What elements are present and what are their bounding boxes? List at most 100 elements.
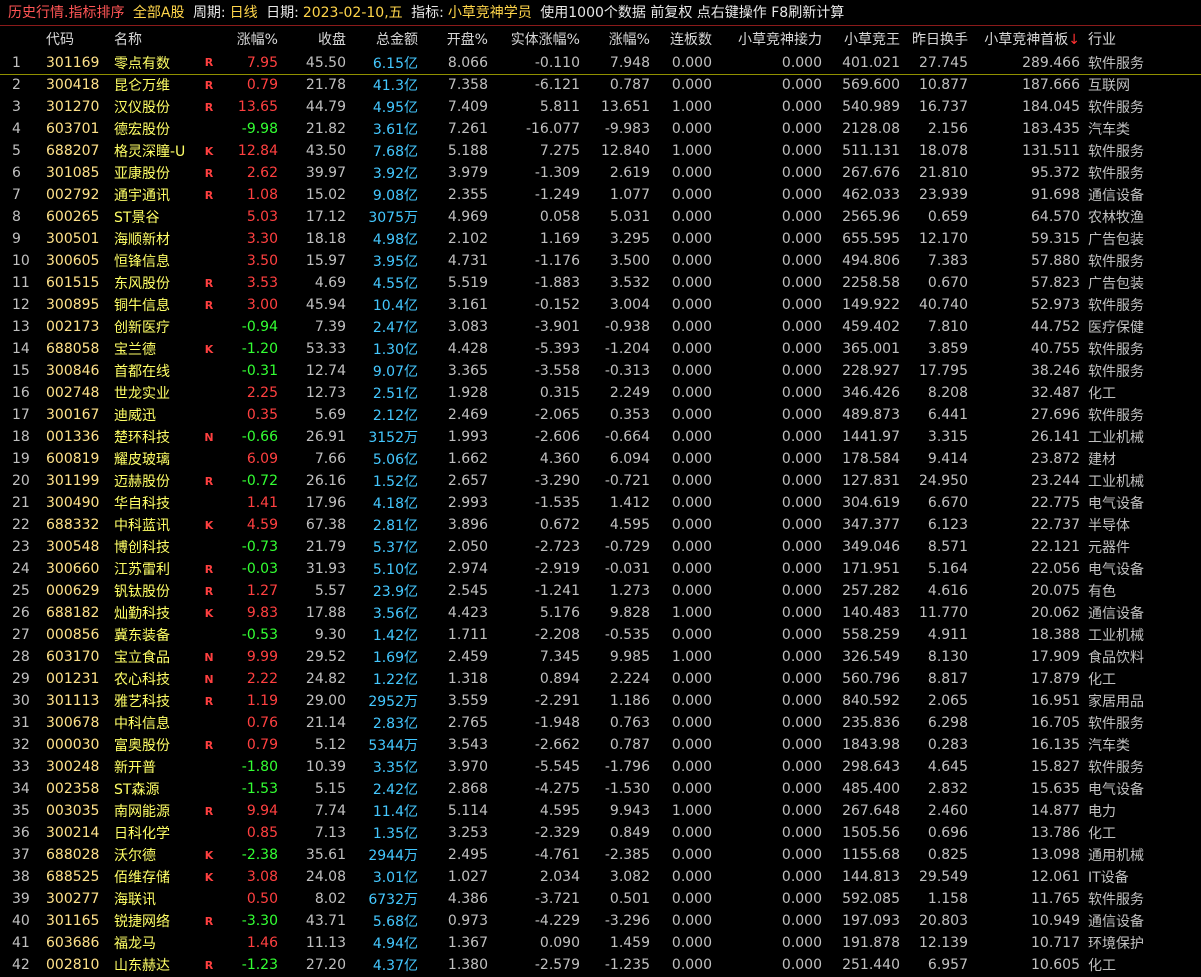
open-pct: 4.428 (447, 341, 488, 357)
table-row[interactable]: 27 000856 冀东装备 -0.53 9.30 1.42亿 1.711 -2.208 -0.… (0, 624, 1201, 646)
change-pct-2: 7.948 (584, 52, 654, 75)
table-row[interactable]: 22 688332 中科蓝讯 K 4.59 67.38 2.81亿 3.896 0.672 4.5… (0, 514, 1201, 536)
table-row[interactable]: 29 001231 农心科技 N 2.22 24.82 1.22亿 1.318 0.894 2.2… (0, 668, 1201, 690)
col-prev-turnover[interactable]: 昨日换手 (904, 26, 972, 52)
relay-value: 0.000 (781, 165, 822, 181)
table-row[interactable]: 26 688182 灿勤科技 K 9.83 17.88 3.56亿 4.423 5.176 9.8… (0, 602, 1201, 624)
table-row[interactable]: 16 002748 世龙实业 2.25 12.73 2.51亿 1.928 0.315 2.24… (0, 382, 1201, 404)
col-body-change[interactable]: 实体涨幅% (492, 26, 584, 52)
open-pct: 3.543 (447, 737, 488, 753)
table-row[interactable]: 30 301113 雅艺科技 R 1.19 29.00 2952万 3.559 -2.291 1.… (0, 690, 1201, 712)
industry: 软件服务 (1088, 892, 1144, 908)
board-count: 0.000 (671, 319, 712, 335)
date-value[interactable]: 2023-02-10,五 (303, 5, 403, 21)
table-row[interactable]: 24 300660 江苏雷利 R -0.03 31.93 5.10亿 2.974 -2.919 -… (0, 558, 1201, 580)
table-row[interactable]: 35 003035 南网能源 R 9.94 7.74 11.4亿 5.114 4.595 9.94… (0, 800, 1201, 822)
table-row[interactable]: 33 300248 新开普 -1.80 10.39 3.35亿 3.970 -5.545 -1.… (0, 756, 1201, 778)
col-change-pct-2[interactable]: 涨幅% (584, 26, 654, 52)
table-row[interactable]: 41 603686 福龙马 1.46 11.13 4.94亿 1.367 0.090 1.459… (0, 932, 1201, 954)
stock-name: 日科化学 (114, 826, 170, 842)
board-tag (198, 118, 220, 140)
first-board-value: 184.045 (1022, 99, 1080, 115)
open-pct: 2.765 (447, 715, 488, 731)
table-row[interactable]: 11 601515 东风股份 R 3.53 4.69 4.55亿 5.519 -1.883 3.5… (0, 272, 1201, 294)
table-row[interactable]: 9 300501 海顺新材 3.30 18.18 4.98亿 2.102 1.169 3.295… (0, 228, 1201, 250)
table-row[interactable]: 7 002792 通宇通讯 R 1.08 15.02 9.08亿 2.355 -1.249 1.0… (0, 184, 1201, 206)
board-count: 0.000 (671, 209, 712, 225)
stock-code: 688028 (46, 847, 100, 863)
change-pct: 1.27 (246, 583, 278, 599)
market-selector[interactable]: 全部A股 (133, 5, 185, 21)
table-row[interactable]: 38 688525 佰维存储 K 3.08 24.08 3.01亿 1.027 2.034 3.0… (0, 866, 1201, 888)
change-pct: 13.65 (237, 99, 278, 115)
table-row[interactable]: 36 300214 日科化学 0.85 7.13 1.35亿 3.253 -2.329 0.84… (0, 822, 1201, 844)
table-row[interactable]: 8 600265 ST景谷 5.03 17.12 3075万 4.969 0.058 5.031… (0, 206, 1201, 228)
col-change-pct[interactable]: 涨幅% (220, 26, 282, 52)
col-amount[interactable]: 总金额 (350, 26, 422, 52)
table-row[interactable]: 6 301085 亚康股份 R 2.62 39.97 3.92亿 3.979 -1.309 2.6… (0, 162, 1201, 184)
change-pct: -0.66 (241, 429, 278, 445)
table-row[interactable]: 15 300846 首都在线 -0.31 12.74 9.07亿 3.365 -3.558 -0… (0, 360, 1201, 382)
table-row[interactable]: 19 600819 耀皮玻璃 6.09 7.66 5.06亿 1.662 4.360 6.094… (0, 448, 1201, 470)
table-row[interactable]: 23 300548 博创科技 -0.73 21.79 5.37亿 2.050 -2.723 -0… (0, 536, 1201, 558)
first-board-value: 23.244 (1031, 473, 1080, 489)
table-row[interactable]: 2 300418 昆仑万维 R 0.79 21.78 41.3亿 7.358 -6.121 0.7… (0, 74, 1201, 96)
col-industry[interactable]: 行业 (1084, 26, 1201, 52)
col-name[interactable]: 名称 (110, 26, 198, 52)
body-change-pct: 0.672 (539, 517, 580, 533)
table-row[interactable]: 18 001336 楚环科技 N -0.66 26.91 3152万 1.993 -2.606 -… (0, 426, 1201, 448)
col-code[interactable]: 代码 (42, 26, 110, 52)
table-row[interactable]: 1 301169 零点有数 R 7.95 45.50 6.15亿 8.066 -0.110 7.9… (0, 52, 1201, 75)
close-price: 43.50 (305, 143, 346, 159)
change-pct-2: -0.664 (604, 429, 650, 445)
prev-turnover: 0.696 (927, 825, 968, 841)
king-value: 149.922 (842, 297, 900, 313)
col-relay[interactable]: 小草竞神接力 (716, 26, 826, 52)
table-row[interactable]: 20 301199 迈赫股份 R -0.72 26.16 1.52亿 2.657 -3.290 -… (0, 470, 1201, 492)
table-row[interactable]: 37 688028 沃尔德 K -2.38 35.61 2944万 2.495 -4.761 -2… (0, 844, 1201, 866)
table-row[interactable]: 34 002358 ST森源 -1.53 5.15 2.42亿 2.868 -4.275 -1.… (0, 778, 1201, 800)
history-sort-title[interactable]: 历史行情.指标排序 (8, 5, 124, 21)
stock-code: 000030 (46, 737, 100, 753)
table-row[interactable]: 40 301165 锐捷网络 R -3.30 43.71 5.68亿 0.973 -4.229 -… (0, 910, 1201, 932)
board-tag (198, 360, 220, 382)
relay-value: 0.000 (781, 935, 822, 951)
change-pct-2: -0.535 (604, 627, 650, 643)
table-row[interactable]: 32 000030 富奥股份 R 0.79 5.12 5344万 3.543 -2.662 0.7… (0, 734, 1201, 756)
period-value[interactable]: 日线 (230, 5, 258, 21)
table-row[interactable]: 25 000629 钒钛股份 R 1.27 5.57 23.9亿 2.545 -1.241 1.2… (0, 580, 1201, 602)
table-row[interactable]: 28 603170 宝立食品 N 9.99 29.52 1.69亿 2.459 7.345 9.9… (0, 646, 1201, 668)
body-change-pct: -2.065 (534, 407, 580, 423)
col-close[interactable]: 收盘 (282, 26, 350, 52)
table-row[interactable]: 31 300678 中科信息 0.76 21.14 2.83亿 2.765 -1.948 0.7… (0, 712, 1201, 734)
open-pct: 5.114 (447, 803, 488, 819)
change-pct-2: 0.501 (609, 891, 650, 907)
prev-turnover: 11.770 (919, 605, 968, 621)
stock-name: 零点有数 (110, 52, 198, 75)
stock-code: 300678 (46, 715, 100, 731)
col-board-count[interactable]: 连板数 (654, 26, 716, 52)
stock-code: 688332 (46, 517, 100, 533)
table-row[interactable]: 4 603701 德宏股份 -9.98 21.82 3.61亿 7.261 -16.077 -9… (0, 118, 1201, 140)
table-row[interactable]: 10 300605 恒锋信息 3.50 15.97 3.95亿 4.731 -1.176 3.5… (0, 250, 1201, 272)
table-row[interactable]: 17 300167 迪威迅 0.35 5.69 2.12亿 2.469 -2.065 0.353… (0, 404, 1201, 426)
indicator-value[interactable]: 小草竞神学员 (448, 5, 532, 21)
change-pct: -0.72 (241, 473, 278, 489)
table-row[interactable]: 14 688058 宝兰德 K -1.20 53.33 1.30亿 4.428 -5.393 -1… (0, 338, 1201, 360)
table-row[interactable]: 39 300277 海联讯 0.50 8.02 6732万 4.386 -3.721 0.501… (0, 888, 1201, 910)
body-change-pct: -2.723 (534, 539, 580, 555)
body-change-pct: -2.291 (534, 693, 580, 709)
col-first-board[interactable]: 小草竞神首板↓ (972, 26, 1084, 52)
table-row[interactable]: 13 002173 创新医疗 -0.94 7.39 2.47亿 3.083 -3.901 -0.… (0, 316, 1201, 338)
col-king[interactable]: 小草竞王 (826, 26, 904, 52)
table-row[interactable]: 21 300490 华自科技 1.41 17.96 4.18亿 2.993 -1.535 1.4… (0, 492, 1201, 514)
table-row[interactable]: 5 688207 格灵深瞳-U K 12.84 43.50 7.68亿 5.188 7.275 1… (0, 140, 1201, 162)
col-open-pct[interactable]: 开盘% (422, 26, 492, 52)
board-count: 1.000 (671, 143, 712, 159)
table-row[interactable]: 3 301270 汉仪股份 R 13.65 44.79 4.95亿 7.409 5.811 13.… (0, 96, 1201, 118)
total-amount: 41.3亿 (372, 78, 418, 95)
table-row[interactable]: 12 300895 铜牛信息 R 3.00 45.94 10.4亿 3.161 -0.152 3.… (0, 294, 1201, 316)
total-amount: 5.68亿 (372, 914, 418, 930)
relay-value: 0.000 (781, 341, 822, 357)
table-row[interactable]: 42 002810 山东赫达 R -1.23 27.20 4.37亿 1.380 -2.579 -… (0, 954, 1201, 976)
